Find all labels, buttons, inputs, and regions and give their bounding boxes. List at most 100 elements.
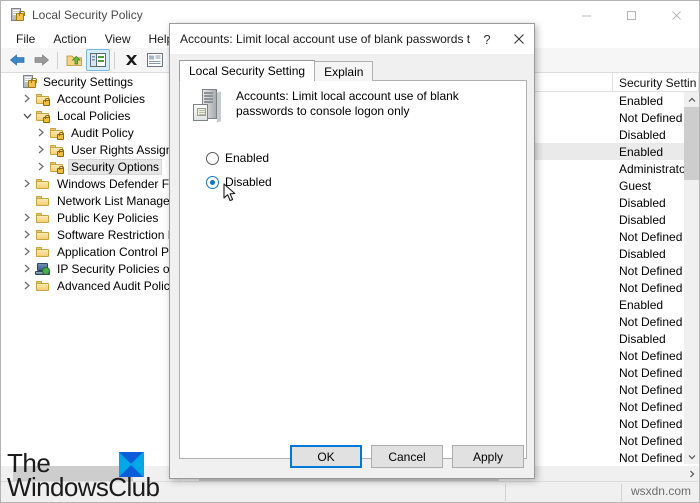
menu-view[interactable]: View <box>96 30 140 48</box>
minimize-button[interactable] <box>564 1 609 29</box>
up-folder-icon[interactable] <box>62 49 86 71</box>
dialog-button-row: OK Cancel Apply <box>290 445 524 468</box>
dialog-title: Accounts: Limit local account use of bla… <box>180 32 470 46</box>
tree-item-ip-security-policies-on-local-computer[interactable]: IP Security Policies on Local Computer <box>1 260 182 277</box>
menu-file[interactable]: File <box>7 30 44 48</box>
tree-item-windows-defender-firewall[interactable]: Windows Defender Firewall <box>1 175 182 192</box>
chevron-none <box>5 73 21 90</box>
tree-item-advanced-audit-policy-configuration[interactable]: Advanced Audit Policy Configuration <box>1 277 182 294</box>
tree-item-security-settings[interactable]: Security Settings <box>1 73 182 90</box>
dialog-tab-panel: Accounts: Limit local account use of bla… <box>179 80 527 459</box>
statusbar-separator-1 <box>505 484 506 501</box>
mouse-cursor-icon <box>223 183 237 203</box>
cell-security-setting: Not Defined <box>619 110 683 125</box>
forward-arrow-icon[interactable] <box>29 49 53 71</box>
maximize-button[interactable] <box>609 1 654 29</box>
network-server-icon <box>35 261 51 277</box>
cell-security-setting: Not Defined <box>619 280 683 295</box>
tree-item-audit-policy[interactable]: Audit Policy <box>1 124 182 141</box>
tree-item-label: Network List Manager Policies <box>57 193 182 208</box>
tree-item-label: Public Key Policies <box>57 210 159 225</box>
list-vertical-scrollbar[interactable] <box>684 92 699 464</box>
cell-security-setting: Enabled <box>619 297 664 312</box>
properties-icon[interactable] <box>143 49 167 71</box>
chevron-right-icon[interactable] <box>33 158 49 175</box>
statusbar-separator-2 <box>621 484 622 501</box>
close-button[interactable] <box>654 1 699 29</box>
cell-security-setting: Disabled <box>619 246 666 261</box>
dialog-help-button[interactable]: ? <box>470 24 504 54</box>
window-title: Local Security Policy <box>32 8 143 22</box>
tree-item-local-policies[interactable]: Local Policies <box>1 107 182 124</box>
radio-disabled-mark <box>206 175 219 189</box>
tab-explain[interactable]: Explain <box>314 61 374 81</box>
folder-icon <box>35 193 51 209</box>
folder-icon <box>35 227 51 243</box>
chevron-down-icon[interactable] <box>19 107 35 124</box>
folder-lock-icon <box>49 159 65 175</box>
chevron-none <box>19 192 35 209</box>
tree-item-label: Security Options <box>67 158 163 175</box>
cell-security-setting: Not Defined <box>619 433 683 448</box>
tree-item-label: Software Restriction Policies <box>57 227 182 242</box>
dialog-policy-name: Accounts: Limit local account use of bla… <box>236 89 459 118</box>
cell-security-setting: Not Defined <box>619 263 683 278</box>
dialog-titlebar: Accounts: Limit local account use of bla… <box>170 24 534 54</box>
tree-item-label: Account Policies <box>57 91 146 106</box>
cancel-button[interactable]: Cancel <box>371 445 443 468</box>
policy-properties-dialog: Accounts: Limit local account use of bla… <box>169 23 535 479</box>
tree-hscroll-thumb[interactable] <box>13 466 133 482</box>
vscroll-thumb[interactable] <box>684 107 699 180</box>
tab-local-security-setting[interactable]: Local Security Setting <box>179 60 316 81</box>
tree-item-security-options[interactable]: Security Options <box>1 158 182 175</box>
dialog-close-button[interactable] <box>504 24 534 54</box>
tree-item-label: User Rights Assignment <box>71 142 182 157</box>
tree-item-label: Windows Defender Firewall <box>57 176 182 191</box>
security-settings-icon <box>9 7 25 23</box>
chevron-right-icon[interactable] <box>19 209 35 226</box>
chevron-right-icon[interactable] <box>33 124 49 141</box>
apply-button[interactable]: Apply <box>452 445 524 468</box>
cell-security-setting: Disabled <box>619 331 666 346</box>
cell-security-setting: Enabled <box>619 144 664 159</box>
delete-icon[interactable] <box>119 49 143 71</box>
site-watermark: wsxdn.com <box>630 484 691 498</box>
computer-tower-icon <box>192 89 226 125</box>
chevron-right-icon[interactable] <box>19 243 35 260</box>
tree-horizontal-scrollbar[interactable] <box>1 466 182 482</box>
ok-button[interactable]: OK <box>290 445 362 468</box>
scroll-down-arrow-icon[interactable] <box>684 449 699 464</box>
cell-security-setting: Enabled <box>619 93 664 108</box>
cell-security-setting: Not Defined <box>619 365 683 380</box>
folder-lock-icon <box>49 125 65 141</box>
tree-item-public-key-policies[interactable]: Public Key Policies <box>1 209 182 226</box>
console-tree[interactable]: Security Settings Account Policies Local P… <box>1 73 183 482</box>
tree-item-user-rights-assignment[interactable]: User Rights Assignment <box>1 141 182 158</box>
back-arrow-icon[interactable] <box>5 49 29 71</box>
tree-item-label: Advanced Audit Policy Configuration <box>57 278 182 293</box>
chevron-right-icon[interactable] <box>19 260 35 277</box>
radio-enabled[interactable]: Enabled <box>206 151 269 165</box>
tree-item-application-control-policies[interactable]: Application Control Policies <box>1 243 182 260</box>
tree-item-network-list-manager-policies[interactable]: Network List Manager Policies <box>1 192 182 209</box>
scroll-right-arrow-icon[interactable] <box>684 466 699 482</box>
show-hide-tree-icon[interactable] <box>86 49 110 71</box>
chevron-right-icon[interactable] <box>19 90 35 107</box>
chevron-right-icon[interactable] <box>19 277 35 294</box>
tree-item-label: IP Security Policies on Local Computer <box>57 261 182 276</box>
menu-action[interactable]: Action <box>44 30 95 48</box>
security-settings-icon <box>21 74 37 90</box>
tree-item-account-policies[interactable]: Account Policies <box>1 90 182 107</box>
scroll-up-arrow-icon[interactable] <box>684 92 699 107</box>
tree-item-label: Audit Policy <box>71 125 134 140</box>
cell-security-setting: Disabled <box>619 127 666 142</box>
tree-item-software-restriction-policies[interactable]: Software Restriction Policies <box>1 226 182 243</box>
chevron-right-icon[interactable] <box>19 226 35 243</box>
cell-security-setting: Not Defined <box>619 229 683 244</box>
chevron-right-icon[interactable] <box>33 141 49 158</box>
window-controls <box>564 1 699 29</box>
folder-icon <box>35 176 51 192</box>
column-header-security-setting[interactable]: Security Settin <box>613 73 699 92</box>
chevron-right-icon[interactable] <box>19 175 35 192</box>
radio-disabled[interactable]: Disabled <box>206 175 272 189</box>
